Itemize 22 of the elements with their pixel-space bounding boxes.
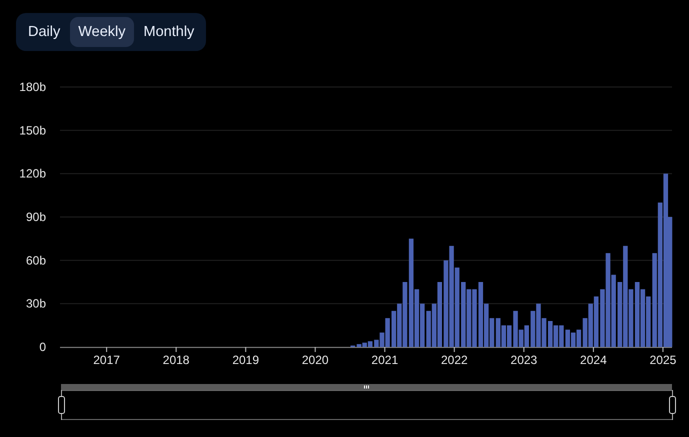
range-slider-bar[interactable] [61, 384, 672, 390]
y-axis-label: 120b [19, 166, 46, 181]
y-axis-label: 150b [19, 123, 46, 138]
x-axis-label: 2024 [580, 353, 607, 367]
x-axis-label: 2021 [371, 353, 398, 367]
y-axis-label: 30b [26, 296, 46, 311]
x-axis-label: 2025 [650, 353, 676, 367]
y-axis-label: 180b [19, 80, 46, 94]
x-axis-label: 2017 [93, 353, 120, 367]
x-axis-label: 2019 [232, 353, 260, 367]
interval-tab[interactable]: Monthly [136, 17, 202, 47]
y-axis-label: 60b [26, 253, 46, 268]
y-axis-label: 90b [26, 210, 46, 224]
interval-tab[interactable]: Daily [20, 17, 68, 47]
x-axis-label: 2020 [302, 353, 329, 367]
slider-handle[interactable] [58, 390, 65, 420]
interval-tab[interactable]: Weekly [70, 17, 134, 47]
x-axis-label: 2022 [440, 353, 468, 367]
x-axis-label: 2018 [162, 353, 190, 367]
slider-handle[interactable] [669, 390, 676, 420]
y-axis-label: 0 [39, 340, 46, 354]
x-axis-label: 2023 [510, 353, 538, 367]
